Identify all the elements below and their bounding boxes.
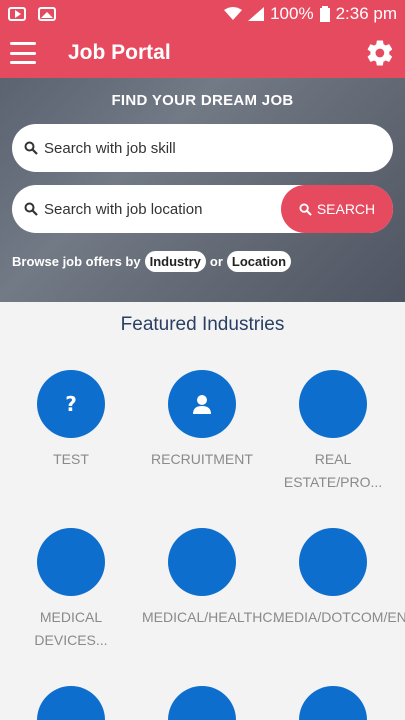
industry-item[interactable] — [142, 686, 262, 720]
industry-item[interactable]: ? TEST — [11, 370, 131, 471]
app-bar: Job Portal — [0, 28, 405, 78]
search-hero: FIND YOUR DREAM JOB SEARCH Browse job of… — [0, 78, 405, 302]
battery-level: 100% — [270, 4, 314, 23]
hamburger-menu-icon[interactable] — [10, 42, 36, 64]
browse-by-location-chip[interactable]: Location — [226, 251, 292, 272]
svg-text:?: ? — [65, 392, 77, 416]
search-icon — [24, 202, 38, 216]
browse-by-industry-chip[interactable]: Industry — [144, 251, 206, 272]
industry-circle — [299, 370, 367, 438]
industry-label: MEDIA/DOTCOM/EN... — [273, 609, 405, 625]
industry-circle: ? — [37, 370, 105, 438]
battery-icon — [319, 6, 330, 22]
industry-label: TEST — [53, 451, 89, 467]
industry-circle — [168, 686, 236, 720]
search-icon — [24, 141, 38, 155]
industry-item[interactable]: MEDICAL/HEALTHC... — [142, 528, 285, 629]
settings-gear-icon[interactable] — [365, 38, 395, 68]
browse-or: or — [209, 254, 223, 269]
industry-item[interactable]: REAL ESTATE/PRO... — [273, 370, 393, 494]
search-icon — [299, 202, 312, 216]
status-bar: 100% 2:36 pm — [0, 0, 405, 28]
industry-circle — [299, 686, 367, 720]
industry-circle — [168, 370, 236, 438]
question-icon: ? — [65, 392, 77, 416]
search-button-label: SEARCH — [316, 201, 376, 217]
job-skill-search[interactable] — [12, 124, 393, 172]
featured-industries-title: Featured Industries — [120, 314, 285, 335]
industry-circle — [299, 528, 367, 596]
person-icon — [193, 395, 211, 414]
industry-item[interactable]: RECRUITMENT — [142, 370, 262, 471]
job-skill-input[interactable] — [44, 139, 393, 157]
search-button[interactable]: SEARCH — [281, 185, 393, 233]
industry-label: RECRUITMENT — [151, 451, 253, 467]
industry-item[interactable]: MEDICAL DEVICES... — [11, 528, 131, 652]
industry-label: MEDICAL/HEALTHC... — [142, 609, 285, 625]
image-notification-icon — [38, 7, 56, 21]
youtube-notification-icon — [8, 7, 26, 21]
wifi-icon — [224, 7, 243, 20]
job-location-search[interactable]: SEARCH — [12, 185, 393, 233]
signal-icon — [248, 7, 265, 21]
browse-prefix: Browse job offers by — [12, 254, 141, 269]
browse-line: Browse job offers by Industry or Locatio… — [12, 251, 292, 272]
app-title: Job Portal — [68, 41, 171, 64]
industry-item[interactable]: MEDIA/DOTCOM/EN... — [273, 528, 405, 629]
industry-circle — [37, 686, 105, 720]
industry-circle — [168, 528, 236, 596]
industry-label: MEDICAL DEVICES... — [34, 609, 108, 648]
clock: 2:36 pm — [335, 4, 397, 23]
industry-label: REAL ESTATE/PRO... — [283, 451, 383, 490]
featured-industries-section: Featured Industries ? TEST RECRUITMENT R… — [0, 302, 405, 720]
hero-heading: FIND YOUR DREAM JOB — [111, 92, 294, 109]
industry-circle — [37, 528, 105, 596]
industry-item[interactable] — [273, 686, 393, 720]
industry-item[interactable] — [11, 686, 131, 720]
